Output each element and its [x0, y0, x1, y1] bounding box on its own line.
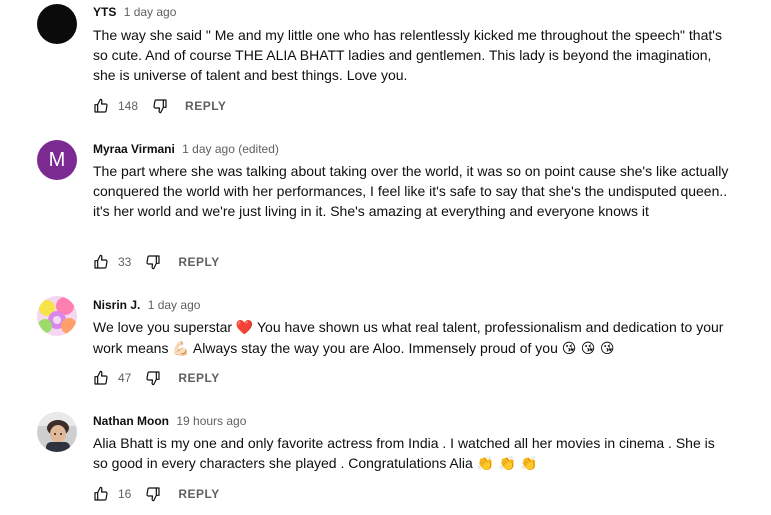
reply-button[interactable]: REPLY — [178, 487, 219, 501]
thumbs-up-icon[interactable] — [93, 254, 109, 270]
comment-meta: Myraa Virmani 1 day ago (edited) — [93, 141, 279, 157]
like-count: 47 — [118, 371, 132, 385]
reply-button[interactable]: REPLY — [178, 255, 219, 269]
comment-actions: 33 REPLY — [93, 250, 220, 274]
comment-text-part: Alia Bhatt is my one and only favorite a… — [93, 435, 715, 471]
clapping-hands-emoji: 👏 👏 👏 — [476, 456, 538, 472]
avatar[interactable]: M — [37, 140, 77, 180]
thumbs-down-icon[interactable] — [145, 370, 161, 386]
thumbs-down-icon[interactable] — [145, 486, 161, 502]
author-name[interactable]: YTS — [93, 5, 116, 19]
comment-actions: 47 REPLY — [93, 366, 220, 390]
comment-time[interactable]: 1 day ago — [148, 298, 201, 312]
thumbs-up-icon[interactable] — [93, 370, 109, 386]
reply-button[interactable]: REPLY — [178, 371, 219, 385]
like-count: 148 — [118, 99, 139, 113]
thumbs-down-icon[interactable] — [145, 254, 161, 270]
comment-meta: YTS 1 day ago — [93, 4, 176, 20]
heart-emoji: ❤️ — [235, 320, 254, 336]
comment-actions: 16 REPLY — [93, 482, 220, 506]
comment-time[interactable]: 19 hours ago — [176, 414, 246, 428]
comment-meta: Nisrin J. 1 day ago — [93, 297, 200, 313]
comment-text: The way she said " Me and my little one … — [93, 27, 722, 83]
comment-time[interactable]: 1 day ago — [124, 5, 177, 19]
reply-button[interactable]: REPLY — [185, 99, 226, 113]
comment-meta: Nathan Moon 19 hours ago — [93, 413, 246, 429]
author-name[interactable]: Nathan Moon — [93, 414, 169, 428]
kiss-face-emoji: 😘 😘 😘 — [561, 341, 615, 357]
comment-text: The part where she was talking about tak… — [93, 163, 729, 219]
author-name[interactable]: Myraa Virmani — [93, 142, 175, 156]
comment-text: We love you superstar ❤️ You have shown … — [93, 317, 733, 359]
comment-time[interactable]: 1 day ago (edited) — [182, 142, 279, 156]
thumbs-up-icon[interactable] — [93, 98, 109, 114]
comment-text-part: We love you superstar — [93, 319, 236, 335]
avatar[interactable] — [37, 4, 77, 44]
avatar[interactable] — [37, 412, 77, 452]
like-count: 16 — [118, 487, 132, 501]
avatar-letter: M — [48, 148, 66, 171]
like-count: 33 — [118, 255, 132, 269]
comment-text-part: Always stay the way you are Aloo. Immens… — [189, 340, 562, 356]
flexed-biceps-emoji: 💪🏻 — [172, 341, 190, 357]
author-name[interactable]: Nisrin J. — [93, 298, 140, 312]
avatar[interactable] — [37, 296, 77, 336]
comment-text: Alia Bhatt is my one and only favorite a… — [93, 433, 733, 474]
comment-actions: 148 REPLY — [93, 94, 226, 118]
thumbs-up-icon[interactable] — [93, 486, 109, 502]
thumbs-down-icon[interactable] — [152, 98, 168, 114]
